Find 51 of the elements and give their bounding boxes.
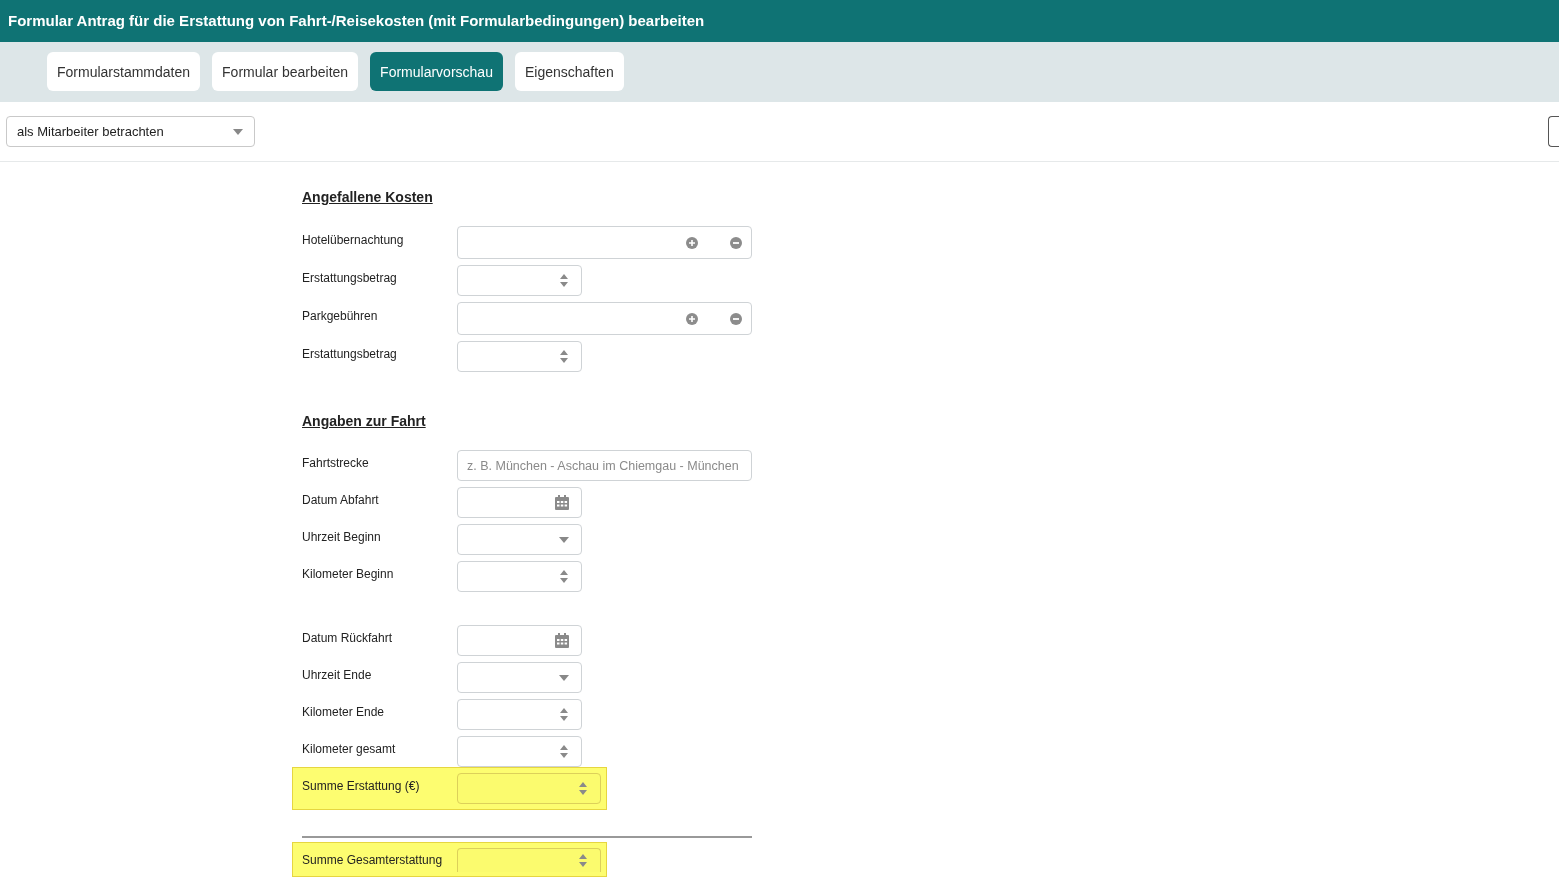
- number-field[interactable]: [457, 341, 582, 372]
- tab[interactable]: Formularvorschau: [370, 52, 503, 91]
- section-heading: Angefallene Kosten: [302, 188, 433, 206]
- spinner-icon[interactable]: [578, 853, 588, 868]
- field-label: Datum Abfahrt: [302, 493, 380, 507]
- spinner-icon[interactable]: [559, 707, 569, 722]
- field-label: Summe Gesamterstattung: [302, 853, 444, 867]
- window-title: Formular Antrag für die Erstattung von Fahrt-/Reisekosten (mit Formularbedingungen) bearbeiten: [7, 11, 705, 31]
- field-label: Summe Erstattung (€): [302, 779, 421, 793]
- spinner-icon[interactable]: [559, 569, 569, 584]
- input-field[interactable]: [457, 226, 752, 259]
- field-label: Erstattungsbetrag: [302, 271, 398, 285]
- number-field[interactable]: [457, 561, 582, 592]
- field-label: Erstattungsbetrag: [302, 347, 398, 361]
- caret-icon: [233, 128, 243, 135]
- spinner-icon[interactable]: [559, 273, 569, 288]
- field-label: Datum Rückfahrt: [302, 631, 394, 645]
- text-field[interactable]: z. B. München - Aschau im Chiemgau - München: [457, 450, 752, 481]
- plus-circle-icon[interactable]: [686, 236, 698, 249]
- number-field[interactable]: [457, 265, 582, 296]
- plus-circle-icon[interactable]: [686, 312, 698, 325]
- minus-circle-icon[interactable]: [730, 312, 742, 325]
- field-label: Uhrzeit Beginn: [302, 530, 382, 544]
- tab[interactable]: Formular bearbeiten: [212, 52, 359, 91]
- section-heading: Angaben zur Fahrt: [302, 412, 426, 430]
- field-label: Parkgebühren: [302, 309, 379, 323]
- minus-circle-icon[interactable]: [730, 236, 742, 249]
- caret-icon: [559, 536, 569, 543]
- calendar-icon[interactable]: [555, 495, 569, 510]
- date-field[interactable]: [457, 487, 582, 518]
- field-label: Hotelübernachtung: [302, 233, 405, 247]
- number-field[interactable]: [457, 699, 582, 730]
- spinner-icon[interactable]: [559, 744, 569, 759]
- partial-button[interactable]: [1548, 116, 1559, 147]
- field-label: Fahrtstrecke: [302, 456, 370, 470]
- input-field[interactable]: [457, 302, 752, 335]
- caret-icon: [559, 674, 569, 681]
- calendar-icon[interactable]: [555, 633, 569, 648]
- field-label: Uhrzeit Ende: [302, 668, 373, 682]
- field-label: Kilometer Ende: [302, 705, 386, 719]
- tab[interactable]: Eigenschaften: [514, 52, 624, 91]
- field-label: Kilometer Beginn: [302, 567, 395, 581]
- spinner-icon[interactable]: [578, 781, 588, 796]
- tab[interactable]: Formularstammdaten: [47, 52, 201, 91]
- number-field[interactable]: [457, 773, 601, 804]
- field-label: Kilometer gesamt: [302, 742, 397, 756]
- date-field[interactable]: [457, 625, 582, 656]
- view-select[interactable]: als Mitarbeiter betrachten: [6, 116, 255, 147]
- spinner-icon[interactable]: [559, 349, 569, 364]
- number-field[interactable]: [457, 848, 601, 872]
- number-field[interactable]: [457, 736, 582, 767]
